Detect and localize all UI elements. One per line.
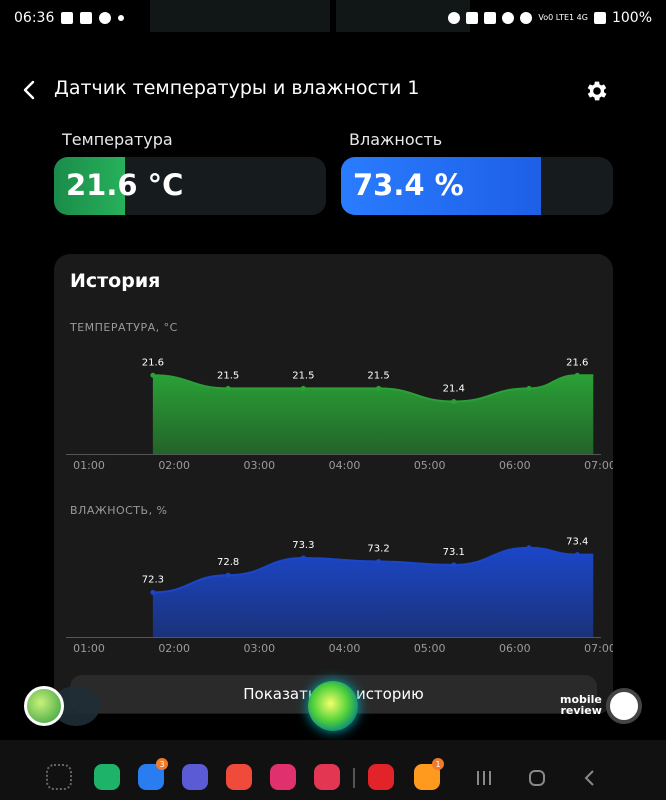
temperature-point <box>526 385 532 391</box>
settings-button[interactable] <box>584 78 610 104</box>
humidity-point-label: 73.4 <box>566 537 588 548</box>
cloud-icon <box>99 12 112 24</box>
notification-badge: 3 <box>156 758 168 770</box>
temperature-value: 21.6 °C <box>66 168 184 202</box>
temperature-point-label: 21.6 <box>566 357 588 368</box>
notification-badge: 1 <box>432 758 444 770</box>
temperature-x-tick-label: 02:00 <box>158 459 190 472</box>
humidity-value: 73.4 % <box>353 168 464 202</box>
temperature-point <box>225 385 231 391</box>
dock: 31 <box>0 740 666 800</box>
page-title: Датчик температуры и влажности 1 <box>54 77 420 99</box>
temperature-point-label: 21.5 <box>292 370 314 381</box>
rzd-icon[interactable] <box>368 764 394 790</box>
assistant-orb-icon[interactable] <box>308 681 358 731</box>
alarm-icon <box>448 12 461 24</box>
humidity-point-label: 72.8 <box>217 557 239 568</box>
home-icon <box>529 770 545 786</box>
temperature-point <box>376 385 382 391</box>
hotspot-icon <box>520 12 533 24</box>
mute-icon <box>484 12 497 24</box>
humidity-x-tick-label: 04:00 <box>329 642 361 655</box>
temperature-point <box>574 372 580 378</box>
humidity-x-tick-label: 02:00 <box>158 642 190 655</box>
humidity-point <box>225 572 231 578</box>
music-icon[interactable]: 1 <box>414 758 444 790</box>
gear-icon <box>587 81 607 101</box>
gallery-icon[interactable] <box>270 764 296 790</box>
temperature-label: Температура <box>62 130 173 149</box>
bluetooth-icon <box>466 12 479 24</box>
temperature-point-label: 21.6 <box>142 357 164 368</box>
temperature-point <box>300 385 306 391</box>
humidity-point-label: 73.2 <box>367 543 389 554</box>
humidity-point-label: 73.3 <box>292 540 314 551</box>
humidity-label: Влажность <box>349 130 443 149</box>
battery-level: 100% <box>611 10 652 26</box>
humidity-point <box>574 552 580 558</box>
humidity-indicator: 73.4 % <box>341 157 613 215</box>
temperature-point-label: 21.5 <box>367 370 389 381</box>
status-time: 06:36 <box>14 10 55 26</box>
internet-icon[interactable] <box>182 764 208 790</box>
telegram-icon <box>61 12 74 24</box>
temperature-x-tick-label: 04:00 <box>329 459 361 472</box>
more-notifications-icon <box>118 15 125 21</box>
temperature-point-label: 21.5 <box>217 370 239 381</box>
humidity-x-tick-label: 03:00 <box>243 642 275 655</box>
recents-icon <box>477 771 491 785</box>
gallery-notification-icon <box>80 12 93 24</box>
phone-icon[interactable] <box>94 764 120 790</box>
history-charts: 21.6 21.5 21.5 21.5 21.4 21.6 01:00 02:00 03:00 0… <box>66 357 613 655</box>
humidity-point <box>300 555 306 561</box>
watermark: mobile review <box>560 694 602 716</box>
notes-icon[interactable] <box>226 764 252 790</box>
back-nav-button[interactable] <box>578 768 602 788</box>
temperature-indicator: 21.6 °C <box>54 157 326 215</box>
humidity-x-tick-label: 07:00 <box>584 642 613 655</box>
watermark-line2: review <box>560 704 602 717</box>
home-button[interactable] <box>525 768 549 788</box>
recent-apps-button[interactable] <box>472 768 496 788</box>
camera-icon[interactable] <box>314 764 340 790</box>
watermark-logo-icon <box>606 688 642 724</box>
humidity-x-tick-label: 01:00 <box>73 642 105 655</box>
humidity-x-tick-label: 05:00 <box>414 642 446 655</box>
temperature-point <box>150 372 156 378</box>
temperature-point-label: 21.4 <box>443 384 465 395</box>
floating-assistant-icon[interactable] <box>24 686 64 726</box>
humidity-point <box>526 545 532 551</box>
header: Датчик температуры и влажности 1 <box>0 70 666 110</box>
humidity-point <box>150 589 156 595</box>
humidity-point <box>376 558 382 564</box>
temperature-point <box>451 399 457 404</box>
signal-icon <box>593 12 606 24</box>
humidity-point-label: 72.3 <box>142 574 164 585</box>
location-icon <box>502 12 515 24</box>
humidity-point <box>451 562 457 568</box>
status-bar: 06:36 Vo0 LTE1 4G 100% <box>0 0 666 36</box>
humidity-point-label: 73.1 <box>443 547 465 558</box>
messages-icon[interactable]: 3 <box>138 758 168 790</box>
dock-separator <box>353 768 355 788</box>
back-button[interactable] <box>18 78 42 102</box>
app-drawer-icon[interactable] <box>46 764 72 790</box>
temperature-x-tick-label: 01:00 <box>73 459 105 472</box>
back-nav-icon <box>584 770 594 786</box>
temperature-x-tick-label: 03:00 <box>243 459 275 472</box>
history-card: История ТЕМПЕРАТУРА, °C ВЛАЖНОСТЬ, % 21.… <box>54 254 613 714</box>
temperature-x-tick-label: 07:00 <box>584 459 613 472</box>
humidity-x-tick-label: 06:00 <box>499 642 531 655</box>
network-indicator: Vo0 LTE1 4G <box>538 13 588 22</box>
temperature-x-tick-label: 05:00 <box>414 459 446 472</box>
temperature-x-tick-label: 06:00 <box>499 459 531 472</box>
chevron-left-icon <box>23 80 35 100</box>
